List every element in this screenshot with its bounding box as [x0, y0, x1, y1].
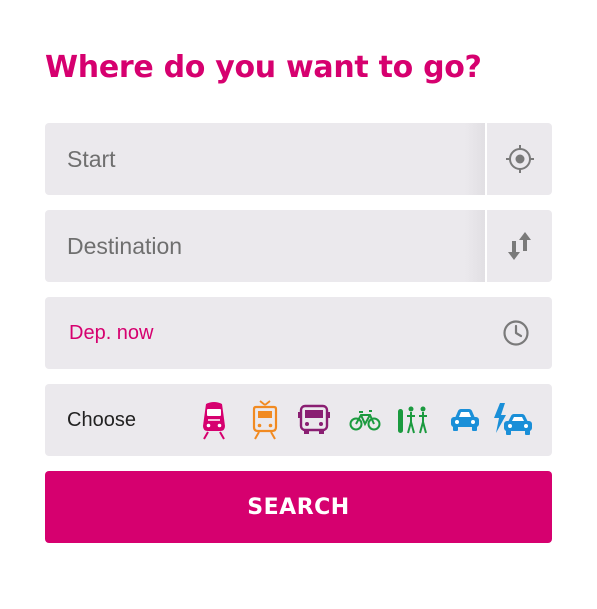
destination-field: [45, 210, 552, 282]
field-fade: [465, 210, 485, 282]
mode-bike-toggle[interactable]: [347, 400, 383, 440]
departure-time-field[interactable]: Dep. now: [45, 297, 552, 369]
crosshair-location-icon: [505, 145, 534, 173]
start-input[interactable]: [45, 123, 465, 195]
mode-car-toggle[interactable]: [447, 400, 483, 440]
locate-me-button[interactable]: [487, 123, 552, 195]
page-title: Where do you want to go?: [45, 50, 482, 85]
tram-icon: [252, 400, 278, 440]
clock-icon[interactable]: [502, 319, 530, 347]
mode-bus-toggle[interactable]: [296, 400, 332, 440]
bicycle-icon: [349, 410, 381, 431]
search-button[interactable]: SEARCH: [45, 471, 552, 543]
electric-car-icon: [494, 403, 532, 435]
bus-icon: [298, 404, 330, 434]
mode-tram-toggle[interactable]: [249, 400, 281, 440]
walk-bike-icon: [398, 406, 427, 434]
car-icon: [451, 409, 479, 431]
destination-input[interactable]: [45, 210, 465, 282]
mode-ecar-toggle[interactable]: [493, 400, 535, 440]
train-icon: [203, 402, 225, 440]
field-fade: [465, 123, 485, 195]
mode-train-toggle[interactable]: [198, 400, 230, 440]
swap-button[interactable]: [487, 210, 552, 282]
swap-arrows-icon: [507, 232, 531, 260]
start-field: [45, 123, 552, 195]
mode-chooser: Choose: [45, 384, 552, 456]
departure-label: Dep. now: [69, 321, 154, 344]
choose-label: Choose: [67, 408, 136, 431]
mode-walk-bike-toggle[interactable]: [395, 400, 433, 440]
